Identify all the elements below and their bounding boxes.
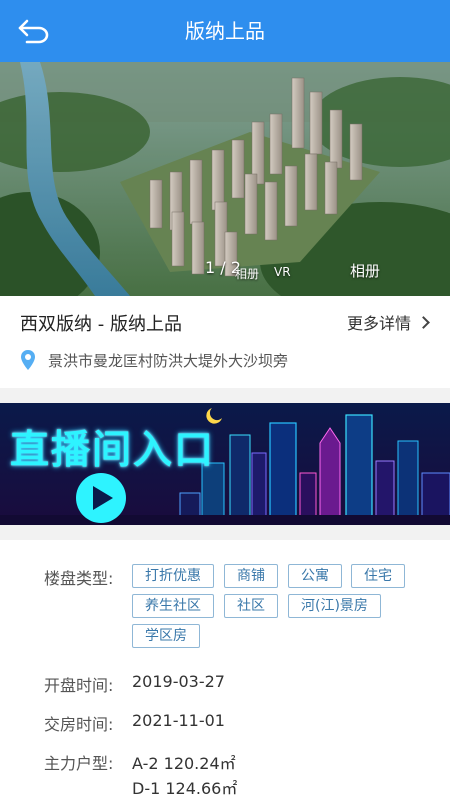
project-info: 西双版纳 - 版纳上品 更多详情 景洪市曼龙匡村防洪大堤外大沙坝旁 [0,296,450,388]
more-details-label: 更多详情 [346,314,411,333]
tag-apartment: 公寓 [288,564,342,588]
main-unit-value-2: D-1 124.66㎡ [132,779,238,798]
tag-wellness-community: 养生社区 [132,594,214,618]
back-arrow-icon [18,19,49,44]
address-text: 景洪市曼龙匡村防洪大堤外大沙坝旁 [48,351,289,370]
delivery-date-label: 交房时间: [44,715,114,734]
tab-album[interactable]: 相册 [350,260,380,281]
tab-vr[interactable]: VR [274,265,291,279]
open-date-label: 开盘时间: [44,676,114,695]
tag-river-view: 河(江)景房 [288,594,381,618]
property-type-label: 楼盘类型: [44,569,114,588]
project-photo-carousel[interactable]: 1 / 2 相册 VR 相册 [0,62,450,296]
project-details: 楼盘类型: 打折优惠 商铺 公寓 住宅 养生社区 社区 河(江)景房 学区房 开… [0,540,450,800]
main-unit-value-1: A-2 120.24㎡ [132,754,236,773]
more-details-link[interactable]: 更多详情 [346,310,430,334]
back-button[interactable] [14,14,54,48]
live-room-title: 直播间入口 [10,428,216,473]
live-room-banner[interactable]: 直播间入口 [0,403,450,525]
tag-school-district: 学区房 [132,624,200,648]
tag-shop: 商铺 [224,564,278,588]
address-row[interactable]: 景洪市曼龙匡村防洪大堤外大沙坝旁 [20,348,288,372]
app-bar: 版纳上品 [0,0,450,62]
open-date-value: 2019-03-27 [132,672,225,691]
tab-album-small[interactable]: 相册 [235,265,259,282]
main-unit-label: 主力户型: [44,754,114,773]
page-title: 版纳上品 [185,19,265,43]
project-name: 西双版纳 - 版纳上品 [20,314,182,335]
tag-residence: 住宅 [351,564,405,588]
delivery-date-value: 2021-11-01 [132,711,225,730]
tag-discount: 打折优惠 [132,564,214,588]
tag-community: 社区 [224,594,278,618]
chevron-right-icon [417,315,430,329]
location-pin-icon [21,350,35,370]
